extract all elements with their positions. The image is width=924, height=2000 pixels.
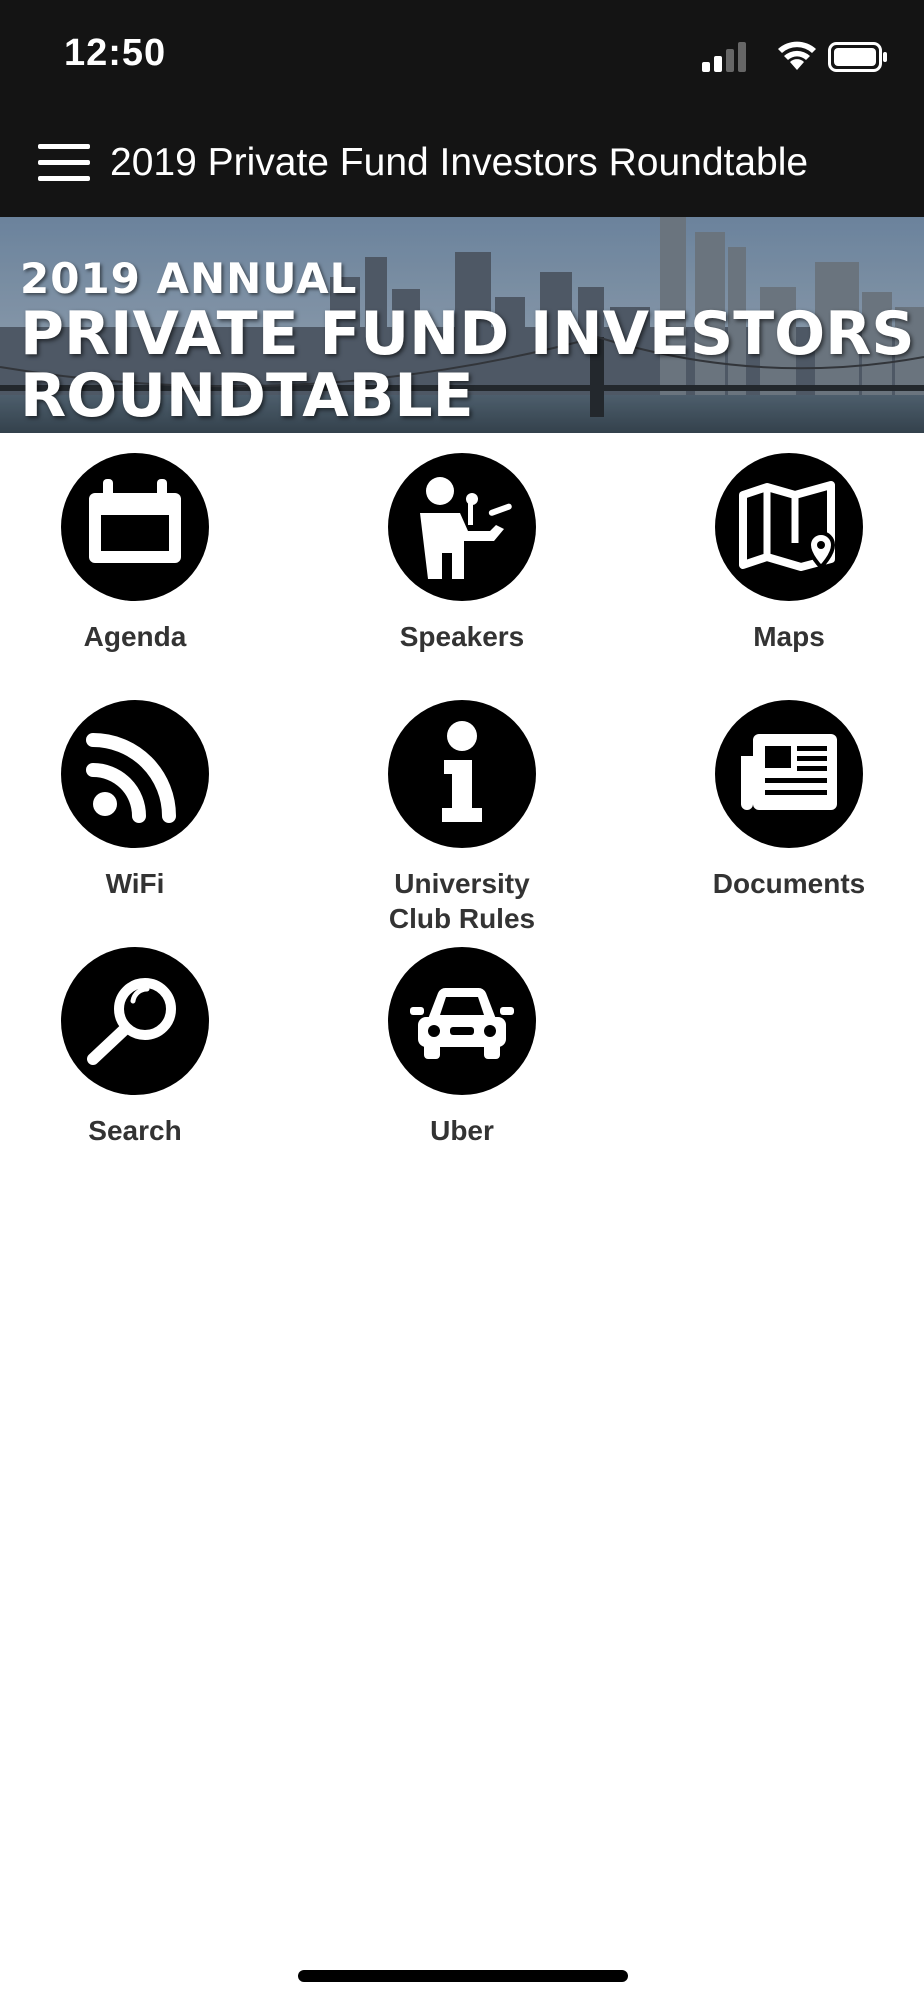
tile-label: Speakers [399,621,525,652]
status-time: 12:50 [64,32,167,74]
hamburger-menu-icon[interactable] [36,142,92,184]
tile-label: Documents [712,868,866,899]
tile-maps[interactable]: Maps [639,433,924,654]
tile-label: WiFi [105,868,165,899]
tile-speakers[interactable]: Speakers [312,433,612,654]
tile-university-club-rules[interactable]: University Club Rules [312,680,612,936]
calendar-icon [61,453,209,601]
page-title: 2019 Private Fund Investors Roundtable [110,141,809,184]
tile-uber[interactable]: Uber [312,927,612,1148]
cellular-signal-icon [702,42,746,72]
tile-label: Maps [753,621,825,652]
info-icon [388,700,536,848]
tile-documents[interactable]: Documents [639,680,924,901]
banner-text: 2019 ANNUAL PRIVATE FUND INVESTORS ROUND… [20,254,915,431]
tile-agenda[interactable]: Agenda [0,433,285,654]
search-icon [61,947,209,1095]
tile-label: Uber [430,1115,494,1146]
tile-wifi[interactable]: WiFi [0,680,285,901]
home-indicator[interactable] [298,1970,628,1982]
banner-line-3: ROUNDTABLE [20,361,474,431]
tile-label: University Club Rules [388,868,536,934]
tile-search[interactable]: Search [0,927,285,1148]
banner-line-2: PRIVATE FUND INVESTORS [20,299,915,369]
banner-line-1: 2019 ANNUAL [20,254,358,303]
tile-label: Search [88,1115,182,1146]
tile-label: Agenda [83,621,187,652]
speaker-icon [388,453,536,601]
app-header: 2019 Private Fund Investors Roundtable [0,110,924,217]
newspaper-icon [715,700,863,848]
status-bar: 12:50 [0,0,924,110]
battery-icon [828,42,887,72]
wifi-status-icon [778,41,816,70]
event-banner: 2019 ANNUAL PRIVATE FUND INVESTORS ROUND… [0,217,924,433]
car-icon [388,947,536,1095]
wifi-signal-icon [61,700,209,848]
map-icon [715,453,863,601]
